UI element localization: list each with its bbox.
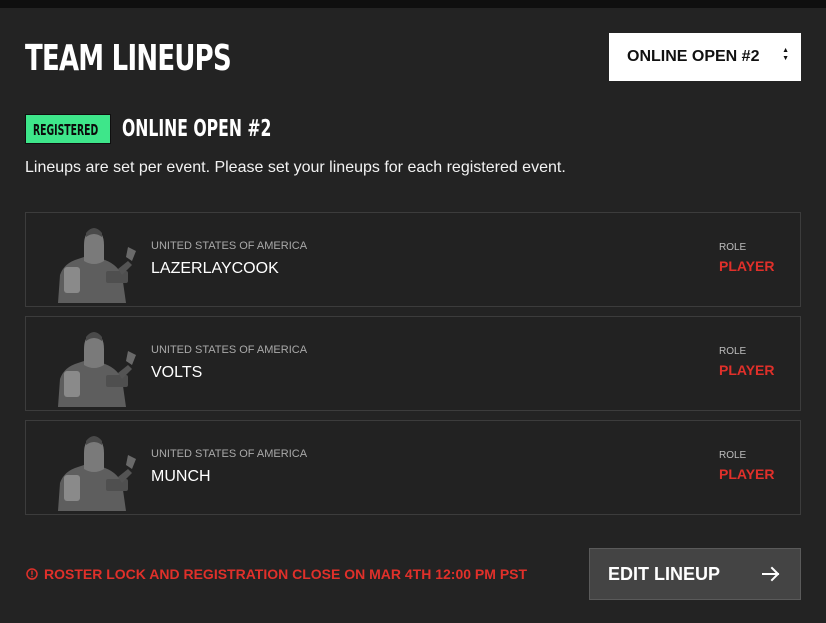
page-title: TEAM LINEUPS — [25, 38, 232, 79]
role-label: ROLE — [719, 242, 747, 253]
status-badge-label: REGISTERED — [33, 121, 99, 139]
player-avatar — [58, 332, 136, 407]
roster-lock-notice: ROSTER LOCK AND REGISTRATION CLOSE ON MA… — [26, 566, 527, 582]
player-name: LAZERLAYCOOK — [151, 260, 279, 277]
role-value: PLAYER — [719, 362, 775, 378]
lineup-list: UNITED STATES OF AMERICA LAZERLAYCOOK RO… — [25, 212, 801, 524]
player-card: UNITED STATES OF AMERICA LAZERLAYCOOK RO… — [25, 212, 801, 307]
event-select-value: ONLINE OPEN #2 — [627, 48, 760, 65]
player-country: UNITED STATES OF AMERICA — [151, 240, 308, 252]
event-name: ONLINE OPEN #2 — [122, 116, 272, 142]
status-badge: REGISTERED — [25, 114, 111, 144]
player-card: UNITED STATES OF AMERICA MUNCH ROLE PLAY… — [25, 420, 801, 515]
chevron-updown-icon: ▲ ▼ — [782, 47, 789, 62]
player-avatar — [58, 436, 136, 511]
roster-lock-text: ROSTER LOCK AND REGISTRATION CLOSE ON MA… — [44, 566, 528, 582]
lineup-description: Lineups are set per event. Please set yo… — [25, 159, 566, 176]
role-value: PLAYER — [719, 258, 775, 274]
event-select-dropdown[interactable]: ONLINE OPEN #2 ▲ ▼ — [609, 33, 801, 81]
edit-lineup-button[interactable]: EDIT LINEUP — [589, 548, 801, 600]
player-card: UNITED STATES OF AMERICA VOLTS ROLE PLAY… — [25, 316, 801, 411]
player-country: UNITED STATES OF AMERICA — [151, 448, 308, 460]
arrow-right-icon — [762, 566, 780, 582]
role-label: ROLE — [719, 450, 747, 461]
top-bar — [0, 0, 826, 8]
edit-lineup-label: EDIT LINEUP — [608, 563, 721, 584]
role-value: PLAYER — [719, 466, 775, 482]
team-lineups-panel: TEAM LINEUPS ONLINE OPEN #2 ▲ ▼ REGISTERE… — [0, 8, 826, 623]
player-name: VOLTS — [151, 364, 203, 381]
player-avatar — [58, 228, 136, 303]
alert-circle-icon — [26, 568, 38, 580]
role-label: ROLE — [719, 346, 747, 357]
player-name: MUNCH — [151, 468, 211, 485]
player-country: UNITED STATES OF AMERICA — [151, 344, 308, 356]
